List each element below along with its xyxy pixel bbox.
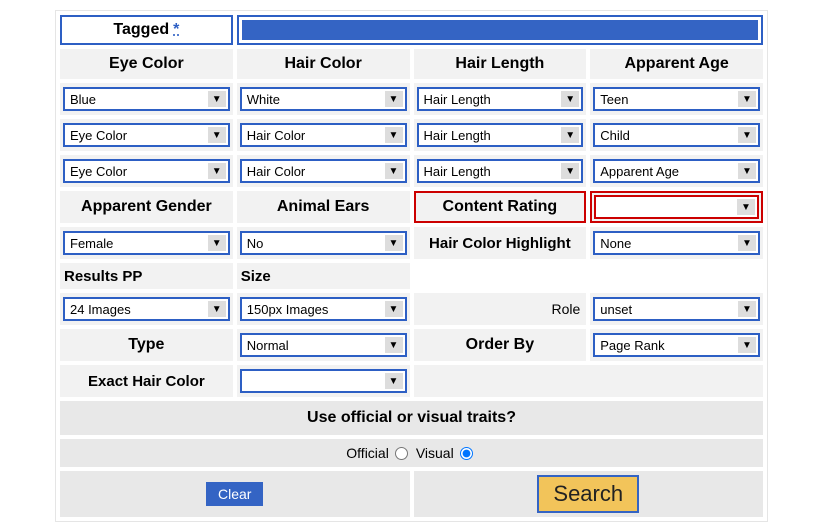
select-hair-highlight[interactable]: None▼ — [593, 231, 760, 255]
select-hair-length-2[interactable]: Hair Length▼ — [417, 123, 584, 147]
cell-age3: Apparent Age▼ — [590, 155, 763, 187]
caret-icon: ▼ — [208, 163, 226, 179]
caret-icon: ▼ — [561, 91, 579, 107]
cell-age2: Child▼ — [590, 119, 763, 151]
header-hair-highlight: Hair Color Highlight — [414, 227, 587, 259]
caret-icon: ▼ — [738, 337, 756, 353]
cell-results: 24 Images▼ — [60, 293, 233, 325]
select-eye-color-3[interactable]: Eye Color▼ — [63, 159, 230, 183]
header-hair-color: Hair Color — [237, 49, 410, 79]
header-results-pp: Results PP — [60, 263, 233, 289]
tagged-header: Tagged * — [60, 15, 233, 45]
cell-exact: ▼ — [237, 365, 410, 397]
caret-icon: ▼ — [737, 199, 755, 215]
select-hair-length-3[interactable]: Hair Length▼ — [417, 159, 584, 183]
caret-icon: ▼ — [208, 301, 226, 317]
header-size: Size — [237, 263, 410, 289]
caret-icon: ▼ — [208, 235, 226, 251]
clear-cell: Clear — [60, 471, 410, 517]
caret-icon: ▼ — [385, 337, 403, 353]
radio-visual[interactable] — [460, 447, 473, 460]
caret-icon: ▼ — [385, 127, 403, 143]
select-hair-length-1[interactable]: Hair Length▼ — [417, 87, 584, 111]
header-order-by: Order By — [414, 329, 587, 361]
select-eye-color-1[interactable]: Blue▼ — [63, 87, 230, 111]
caret-icon: ▼ — [208, 91, 226, 107]
select-content-rating[interactable]: ▼ — [594, 195, 759, 219]
select-hair-color-3[interactable]: Hair Color▼ — [240, 159, 407, 183]
search-cell: Search — [414, 471, 764, 517]
header-exact-hair: Exact Hair Color — [60, 365, 233, 397]
radio-official[interactable] — [395, 447, 408, 460]
cell-ears: No▼ — [237, 227, 410, 259]
blank-cell-2 — [414, 365, 764, 397]
search-button[interactable]: Search — [537, 475, 639, 513]
select-apparent-age-2[interactable]: Child▼ — [593, 123, 760, 147]
cell-hair2: Hair Color▼ — [237, 119, 410, 151]
tagged-asterisk-link[interactable]: * — [173, 21, 179, 39]
cell-eye3: Eye Color▼ — [60, 155, 233, 187]
caret-icon: ▼ — [385, 163, 403, 179]
header-apparent-gender: Apparent Gender — [60, 191, 233, 223]
caret-icon: ▼ — [385, 301, 403, 317]
cell-eye2: Eye Color▼ — [60, 119, 233, 151]
select-animal-ears[interactable]: No▼ — [240, 231, 407, 255]
select-order-by[interactable]: Page Rank▼ — [593, 333, 760, 357]
select-hair-color-1[interactable]: White▼ — [240, 87, 407, 111]
header-hair-length: Hair Length — [414, 49, 587, 79]
tagged-bar-fill — [242, 20, 758, 40]
select-apparent-gender[interactable]: Female▼ — [63, 231, 230, 255]
caret-icon: ▼ — [208, 127, 226, 143]
caret-icon: ▼ — [561, 163, 579, 179]
header-role: Role — [414, 293, 587, 325]
caret-icon: ▼ — [738, 163, 756, 179]
cell-hair1: White▼ — [237, 83, 410, 115]
caret-icon: ▼ — [385, 91, 403, 107]
caret-icon: ▼ — [738, 235, 756, 251]
tagged-label: Tagged — [113, 21, 169, 39]
traits-radio-row: Official Visual — [60, 439, 763, 467]
cell-eye1: Blue▼ — [60, 83, 233, 115]
caret-icon: ▼ — [561, 127, 579, 143]
cell-content-rating: ▼ — [590, 191, 763, 223]
blank-cell — [414, 263, 764, 289]
header-animal-ears: Animal Ears — [237, 191, 410, 223]
cell-gender: Female▼ — [60, 227, 233, 259]
tagged-bar[interactable] — [237, 15, 763, 45]
select-size[interactable]: 150px Images▼ — [240, 297, 407, 321]
header-content-rating: Content Rating — [414, 191, 587, 223]
select-role[interactable]: unset▼ — [593, 297, 760, 321]
cell-hair3: Hair Color▼ — [237, 155, 410, 187]
select-eye-color-2[interactable]: Eye Color▼ — [63, 123, 230, 147]
cell-len2: Hair Length▼ — [414, 119, 587, 151]
select-type[interactable]: Normal▼ — [240, 333, 407, 357]
clear-button[interactable]: Clear — [206, 482, 263, 506]
cell-len1: Hair Length▼ — [414, 83, 587, 115]
header-type: Type — [60, 329, 233, 361]
select-exact-hair-color[interactable]: ▼ — [240, 369, 407, 393]
caret-icon: ▼ — [738, 301, 756, 317]
cell-age1: Teen▼ — [590, 83, 763, 115]
cell-order: Page Rank▼ — [590, 329, 763, 361]
cell-len3: Hair Length▼ — [414, 155, 587, 187]
select-results-pp[interactable]: 24 Images▼ — [63, 297, 230, 321]
traits-question: Use official or visual traits? — [60, 401, 763, 435]
cell-size: 150px Images▼ — [237, 293, 410, 325]
select-apparent-age-1[interactable]: Teen▼ — [593, 87, 760, 111]
cell-type: Normal▼ — [237, 329, 410, 361]
caret-icon: ▼ — [738, 127, 756, 143]
caret-icon: ▼ — [385, 235, 403, 251]
cell-highlight: None▼ — [590, 227, 763, 259]
select-apparent-age-3[interactable]: Apparent Age▼ — [593, 159, 760, 183]
label-visual: Visual — [416, 445, 454, 461]
cell-role: unset▼ — [590, 293, 763, 325]
header-eye-color: Eye Color — [60, 49, 233, 79]
caret-icon: ▼ — [738, 91, 756, 107]
select-hair-color-2[interactable]: Hair Color▼ — [240, 123, 407, 147]
label-official: Official — [346, 445, 389, 461]
header-apparent-age: Apparent Age — [590, 49, 763, 79]
caret-icon: ▼ — [385, 373, 403, 389]
